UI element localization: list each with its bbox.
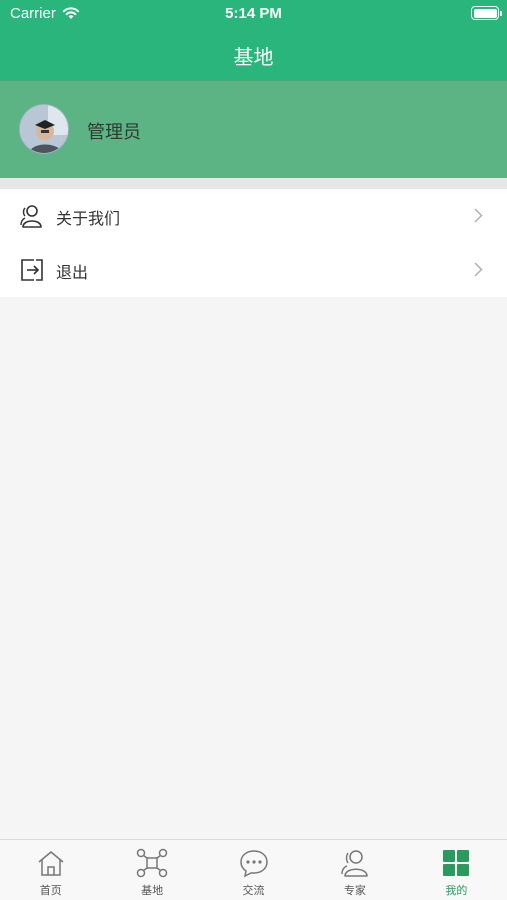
tab-label: 基地 bbox=[141, 884, 164, 897]
tab-mine[interactable]: 我的 bbox=[406, 840, 507, 900]
chevron-right-icon bbox=[474, 208, 483, 223]
tab-home[interactable]: 首页 bbox=[0, 840, 101, 900]
home-icon bbox=[38, 851, 64, 876]
tab-label: 交流 bbox=[242, 884, 265, 897]
experts-icon bbox=[341, 850, 368, 877]
users-icon bbox=[20, 205, 42, 228]
menu-item-logout[interactable]: 退出 bbox=[0, 243, 507, 297]
tab-label: 我的 bbox=[445, 884, 468, 897]
tab-base[interactable]: 基地 bbox=[101, 840, 202, 900]
clock: 5:14 PM bbox=[225, 5, 282, 22]
grid-icon bbox=[443, 850, 470, 876]
section-divider bbox=[0, 178, 507, 189]
menu-list: 关于我们 退出 bbox=[0, 189, 507, 297]
chat-icon bbox=[239, 850, 268, 878]
avatar[interactable] bbox=[19, 104, 69, 154]
tab-chat[interactable]: 交流 bbox=[203, 840, 304, 900]
network-icon bbox=[136, 848, 168, 878]
menu-item-label: 关于我们 bbox=[56, 209, 121, 228]
logout-icon bbox=[21, 259, 43, 281]
battery-icon bbox=[471, 6, 502, 20]
navigation-bar: 基地 bbox=[0, 30, 507, 80]
menu-item-label: 退出 bbox=[56, 263, 89, 282]
profile-name: 管理员 bbox=[87, 122, 141, 143]
tab-label: 专家 bbox=[343, 884, 366, 897]
tab-experts[interactable]: 专家 bbox=[304, 840, 405, 900]
menu-item-about[interactable]: 关于我们 bbox=[0, 189, 507, 243]
tab-bar: 首页 基地 交流 专家 我的 bbox=[0, 839, 507, 900]
status-bar: Carrier 5:14 PM bbox=[0, 0, 507, 30]
profile-header[interactable]: 管理员 bbox=[0, 80, 507, 178]
tab-label: 首页 bbox=[39, 884, 62, 897]
page-title: 基地 bbox=[233, 44, 274, 69]
chevron-right-icon bbox=[474, 262, 483, 277]
